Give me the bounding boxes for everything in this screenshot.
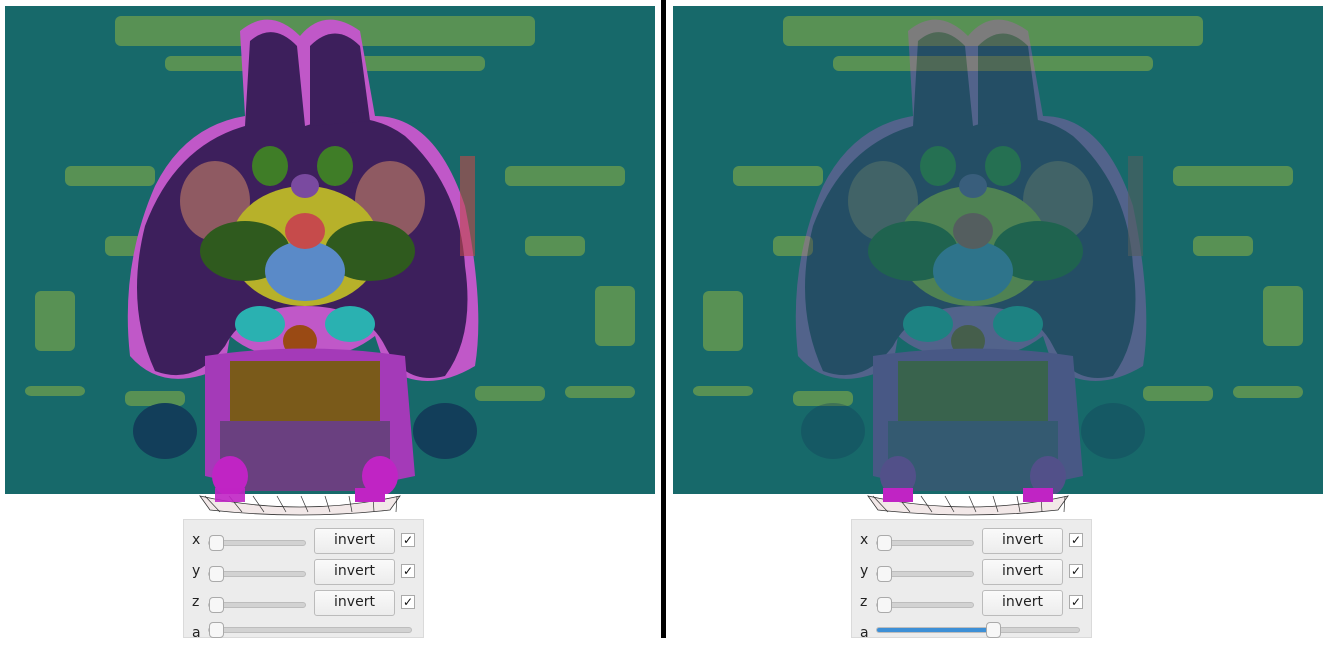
a-label: a — [192, 625, 201, 641]
x-slider[interactable] — [208, 535, 306, 551]
z-slider[interactable] — [208, 597, 306, 613]
invert-y-button[interactable]: invert — [982, 559, 1063, 585]
invert-y-button[interactable]: invert — [314, 559, 395, 585]
x-slider-handle[interactable] — [877, 535, 892, 551]
y-checkbox[interactable]: ✓ — [1069, 564, 1083, 578]
z-label: z — [860, 594, 868, 610]
divider — [661, 0, 666, 638]
y-slider-handle[interactable] — [877, 566, 892, 582]
brain-atlas-overlay — [127, 19, 479, 494]
y-slider[interactable] — [876, 566, 974, 582]
control-row-a: a — [184, 621, 423, 649]
right-viewer: x invert ✓ y invert ✓ z invert ✓ a — [668, 0, 1328, 641]
z-slider-handle[interactable] — [877, 597, 892, 613]
x-checkbox[interactable]: ✓ — [1069, 533, 1083, 547]
x-slider-handle[interactable] — [209, 535, 224, 551]
control-row-x: x invert ✓ — [184, 528, 423, 556]
z-slider[interactable] — [876, 597, 974, 613]
wireframe-mesh — [199, 488, 401, 516]
y-label: y — [860, 563, 869, 579]
x-checkbox[interactable]: ✓ — [401, 533, 415, 547]
left-viewer: x invert ✓ y invert ✓ z invert ✓ a — [0, 0, 660, 641]
invert-z-button[interactable]: invert — [982, 590, 1063, 616]
wireframe-mesh — [867, 488, 1069, 516]
a-slider[interactable] — [208, 622, 412, 638]
z-checkbox[interactable]: ✓ — [1069, 595, 1083, 609]
x-label: x — [192, 532, 201, 548]
z-checkbox[interactable]: ✓ — [401, 595, 415, 609]
control-panel: x invert ✓ y invert ✓ z invert ✓ a — [851, 519, 1092, 641]
y-label: y — [192, 563, 201, 579]
control-row-z: z invert ✓ — [852, 590, 1091, 618]
control-row-a: a — [852, 621, 1091, 649]
y-checkbox[interactable]: ✓ — [401, 564, 415, 578]
control-row-y: y invert ✓ — [184, 559, 423, 587]
control-row-x: x invert ✓ — [852, 528, 1091, 556]
brain-3d-view[interactable] — [5, 6, 655, 494]
y-slider-handle[interactable] — [209, 566, 224, 582]
control-panel: x invert ✓ y invert ✓ z invert ✓ a — [183, 519, 424, 641]
x-slider[interactable] — [876, 535, 974, 551]
y-slider[interactable] — [208, 566, 306, 582]
brain-3d-view[interactable] — [673, 6, 1323, 494]
control-row-z: z invert ✓ — [184, 590, 423, 618]
z-slider-handle[interactable] — [209, 597, 224, 613]
x-label: x — [860, 532, 869, 548]
control-row-y: y invert ✓ — [852, 559, 1091, 587]
invert-x-button[interactable]: invert — [982, 528, 1063, 554]
a-label: a — [860, 625, 869, 641]
z-label: z — [192, 594, 200, 610]
invert-x-button[interactable]: invert — [314, 528, 395, 554]
a-slider[interactable] — [876, 622, 1080, 638]
a-slider-handle[interactable] — [209, 622, 224, 638]
slider-fill — [877, 628, 993, 632]
brain-atlas-overlay — [795, 19, 1147, 494]
invert-z-button[interactable]: invert — [314, 590, 395, 616]
a-slider-handle[interactable] — [986, 622, 1002, 638]
